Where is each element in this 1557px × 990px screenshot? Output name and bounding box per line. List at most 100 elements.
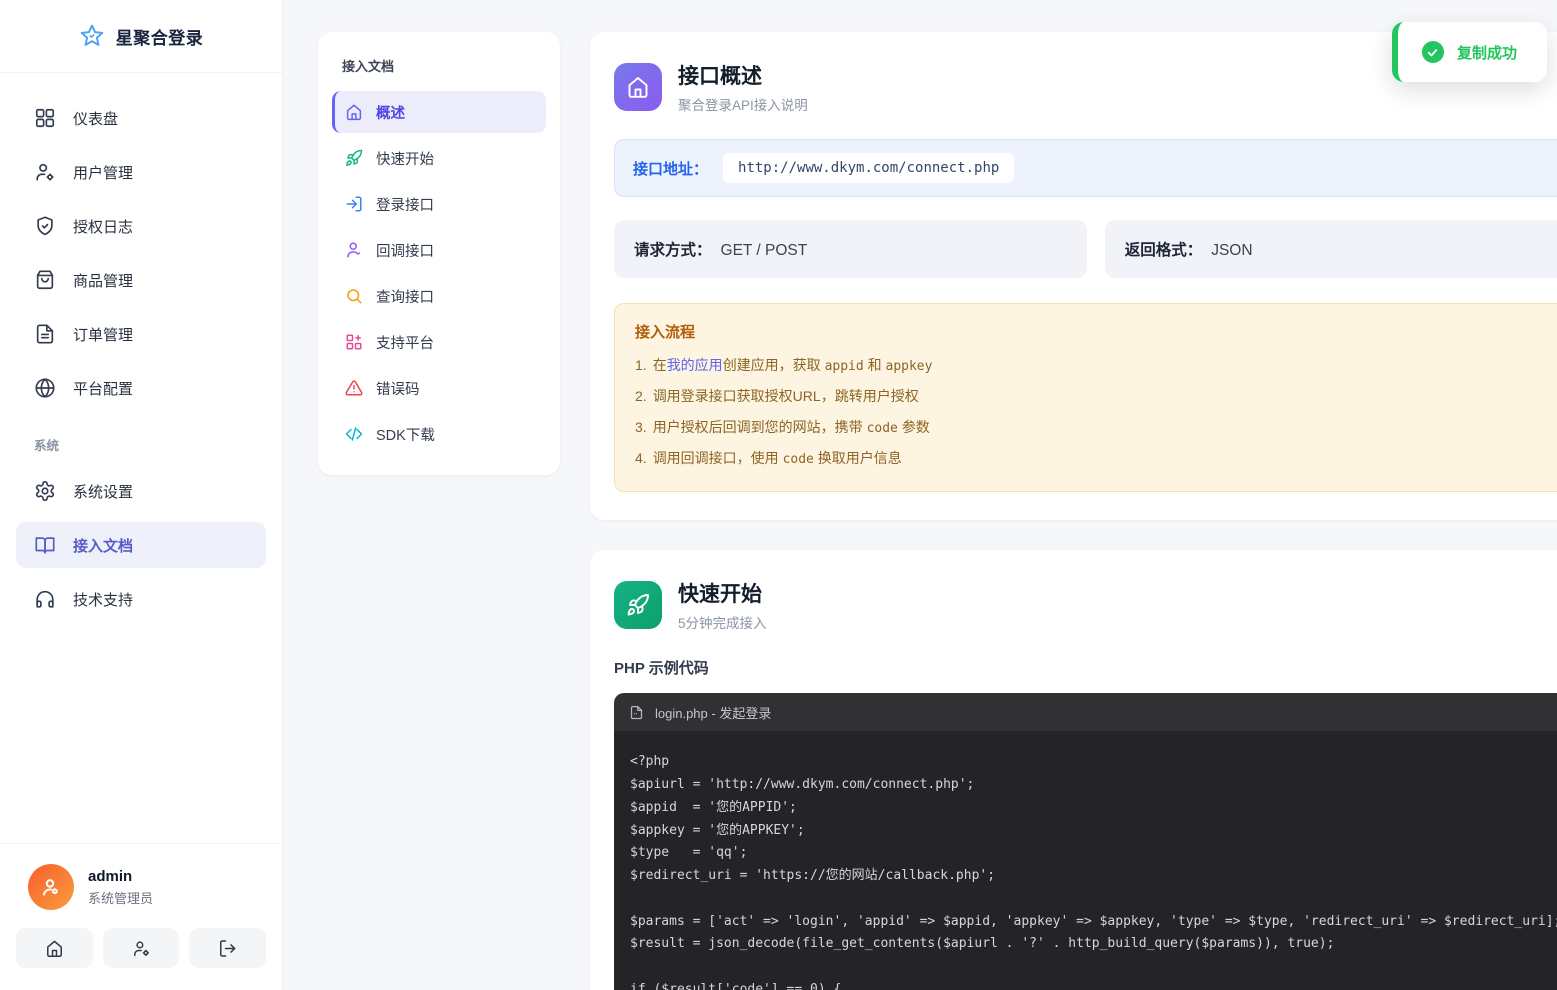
- step-text: 调用回调接口，使用 code 换取用户信息: [653, 448, 902, 470]
- gear-icon: [34, 480, 56, 502]
- php-example-label: PHP 示例代码: [614, 657, 1557, 678]
- home-icon: [614, 63, 662, 111]
- profile-button[interactable]: [103, 928, 180, 968]
- return-format-value: JSON: [1211, 242, 1252, 259]
- rocket-icon: [614, 581, 662, 629]
- sidebar-item-dashboard[interactable]: 仪表盘: [16, 95, 266, 141]
- sidebar-item-label: 商品管理: [73, 270, 133, 291]
- file-icon: [629, 705, 644, 720]
- user-info: admin 系统管理员: [16, 864, 266, 910]
- sidebar-item-products[interactable]: 商品管理: [16, 257, 266, 303]
- sidebar-item-label: 用户管理: [73, 162, 133, 183]
- code-term: appid: [825, 359, 864, 374]
- user-icon: [345, 241, 363, 259]
- search-icon: [345, 287, 363, 305]
- file-text-icon: [34, 323, 56, 345]
- book-open-icon: [34, 534, 56, 556]
- php-code: <?php $apiurl = 'http://www.dkym.com/con…: [630, 751, 1557, 990]
- quickstart-card-header: 快速开始 5分钟完成接入: [614, 578, 1557, 632]
- avatar: [28, 864, 74, 910]
- return-format-label: 返回格式：: [1125, 242, 1203, 259]
- step-number: 2.: [635, 386, 647, 408]
- step-text-part: 创建应用，获取: [723, 357, 825, 373]
- check-circle-icon: [1422, 41, 1444, 63]
- overview-subtitle: 聚合登录API接入说明: [678, 94, 808, 114]
- logout-icon: [218, 939, 237, 958]
- main-content: 接入文档 概述 快速开始 登录接口 回调接口 查询接口 支持平台 错误码: [283, 0, 1557, 990]
- user-role: 系统管理员: [88, 888, 153, 907]
- dashboard-icon: [34, 107, 56, 129]
- sidebar-item-label: 系统设置: [73, 481, 133, 502]
- user-gear-icon: [34, 161, 56, 183]
- step-text-part: 换取用户信息: [814, 450, 902, 466]
- flow-step-3: 3. 用户授权后回调到您的网站，携带 code 参数: [635, 417, 1556, 439]
- api-url-value[interactable]: http://www.dkym.com/connect.php: [723, 153, 1014, 183]
- quickstart-subtitle: 5分钟完成接入: [678, 612, 767, 632]
- step-text: 用户授权后回调到您的网站，携带 code 参数: [653, 417, 930, 439]
- rocket-icon: [345, 149, 363, 167]
- overview-title: 接口概述: [678, 60, 808, 90]
- flow-step-1: 1. 在我的应用创建应用，获取 appid 和 appkey: [635, 355, 1556, 377]
- doc-nav-title: 接入文档: [332, 46, 546, 91]
- doc-item-label: 登录接口: [376, 194, 434, 215]
- doc-item-callback-api[interactable]: 回调接口: [332, 229, 546, 271]
- shield-check-icon: [34, 215, 56, 237]
- api-address-box: 接口地址： http://www.dkym.com/connect.php: [614, 139, 1557, 197]
- request-method-value: GET / POST: [721, 242, 808, 259]
- flow-title: 接入流程: [635, 321, 1556, 342]
- step-text-part: 调用回调接口，使用: [653, 450, 783, 466]
- globe-icon: [34, 377, 56, 399]
- doc-content: 接口概述 聚合登录API接入说明 接口地址： http://www.dkym.c…: [590, 32, 1557, 990]
- alert-triangle-icon: [345, 379, 363, 397]
- doc-item-platforms[interactable]: 支持平台: [332, 321, 546, 363]
- doc-item-label: 错误码: [376, 378, 420, 399]
- sidebar-item-label: 接入文档: [73, 535, 133, 556]
- toast-message: 复制成功: [1457, 42, 1517, 63]
- code-icon: [345, 425, 363, 443]
- sidebar: 星聚合登录 仪表盘 用户管理 授权日志 商品管理 订单管理 平台配置 系统: [0, 0, 283, 990]
- doc-item-label: SDK下载: [376, 424, 435, 445]
- my-apps-link[interactable]: 我的应用: [667, 357, 723, 373]
- api-meta-row: 请求方式：GET / POST 返回格式：JSON: [614, 220, 1557, 278]
- overview-card: 接口概述 聚合登录API接入说明 接口地址： http://www.dkym.c…: [590, 32, 1557, 520]
- sidebar-item-auth-log[interactable]: 授权日志: [16, 203, 266, 249]
- code-block-header: login.php - 发起登录: [614, 693, 1557, 731]
- doc-item-error-codes[interactable]: 错误码: [332, 367, 546, 409]
- quickstart-card: 快速开始 5分钟完成接入 PHP 示例代码 login.php - 发起登录 <…: [590, 550, 1557, 990]
- app-title: 星聚合登录: [116, 24, 204, 49]
- sidebar-item-support[interactable]: 技术支持: [16, 576, 266, 622]
- sidebar-item-label: 授权日志: [73, 216, 133, 237]
- code-term: code: [783, 452, 814, 467]
- step-text-part: 参数: [898, 419, 930, 435]
- sidebar-nav: 仪表盘 用户管理 授权日志 商品管理 订单管理 平台配置 系统 系统设置: [0, 73, 282, 843]
- doc-item-overview[interactable]: 概述: [332, 91, 546, 133]
- api-address-label: 接口地址：: [633, 158, 708, 179]
- doc-item-label: 回调接口: [376, 240, 434, 261]
- sidebar-item-platform-config[interactable]: 平台配置: [16, 365, 266, 411]
- doc-item-label: 快速开始: [376, 148, 434, 169]
- doc-item-login-api[interactable]: 登录接口: [332, 183, 546, 225]
- doc-item-label: 概述: [376, 102, 405, 123]
- return-format-box: 返回格式： JSON: [1105, 220, 1557, 278]
- sidebar-item-users[interactable]: 用户管理: [16, 149, 266, 195]
- step-text-part: 在: [653, 357, 667, 373]
- doc-item-quickstart[interactable]: 快速开始: [332, 137, 546, 179]
- step-number: 3.: [635, 417, 647, 439]
- flow-step-4: 4. 调用回调接口，使用 code 换取用户信息: [635, 448, 1556, 470]
- step-text-part: 调用登录接口获取授权URL，跳转用户授权: [653, 388, 919, 404]
- home-icon: [45, 939, 64, 958]
- logout-button[interactable]: [189, 928, 266, 968]
- doc-item-query-api[interactable]: 查询接口: [332, 275, 546, 317]
- doc-item-label: 支持平台: [376, 332, 434, 353]
- home-button[interactable]: [16, 928, 93, 968]
- sidebar-item-docs[interactable]: 接入文档: [16, 522, 266, 568]
- step-text-part: 用户授权后回调到您的网站，携带: [653, 419, 867, 435]
- step-number: 4.: [635, 448, 647, 470]
- doc-item-sdk-download[interactable]: SDK下载: [332, 413, 546, 455]
- app-logo: 星聚合登录: [0, 0, 282, 73]
- login-icon: [345, 195, 363, 213]
- user-gear-icon: [132, 939, 151, 958]
- step-text-part: 和: [864, 357, 886, 373]
- sidebar-item-system-settings[interactable]: 系统设置: [16, 468, 266, 514]
- sidebar-item-orders[interactable]: 订单管理: [16, 311, 266, 357]
